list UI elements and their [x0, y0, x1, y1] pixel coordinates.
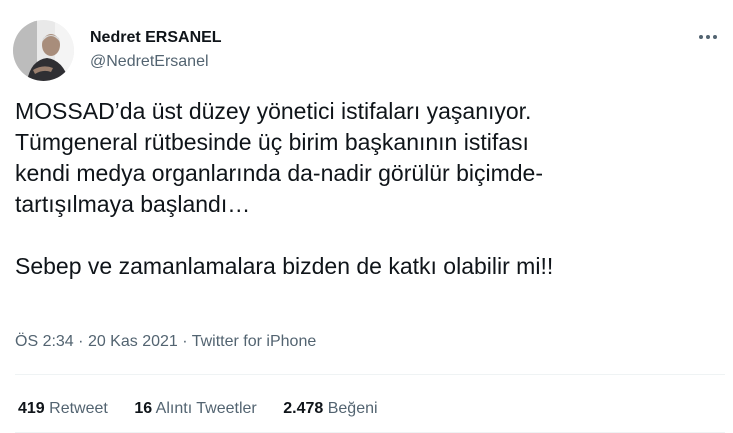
likes-count: 2.478 [283, 400, 324, 417]
tweet-text: MOSSAD’da üst düzey yönetici istifaları … [15, 96, 725, 282]
divider [15, 374, 725, 375]
more-horizontal-icon[interactable] [694, 28, 722, 46]
tweet-text-line: MOSSAD’da üst düzey yönetici istifaları … [15, 98, 532, 124]
retweets-count: 419 [18, 400, 45, 417]
tweet: Nedret ERSANEL @NedretErsanel MOSSAD’da … [0, 0, 733, 433]
quotes-label: Alıntı Tweetler [155, 400, 257, 417]
tweet-source[interactable]: Twitter for iPhone [192, 333, 317, 350]
likes-stat[interactable]: 2.478 Beğeni [283, 400, 377, 418]
tweet-text-line: Sebep ve zamanlamalara bizden de katkı o… [15, 253, 554, 279]
meta-separator: · [78, 333, 84, 350]
tweet-meta: ÖS 2:34 · 20 Kas 2021 · Twitter for iPho… [15, 333, 316, 351]
tweet-stats: 419 Retweet 16 Alıntı Tweetler 2.478 Beğ… [18, 400, 400, 418]
display-name[interactable]: Nedret ERSANEL [90, 29, 222, 47]
retweets-stat[interactable]: 419 Retweet [18, 400, 108, 418]
tweet-date[interactable]: 20 Kas 2021 [88, 333, 178, 350]
retweets-label: Retweet [49, 400, 108, 417]
tweet-time[interactable]: ÖS 2:34 [15, 333, 74, 350]
quotes-count: 16 [134, 400, 153, 417]
tweet-text-line: kendi medya organlarında da-nadir görülü… [15, 160, 544, 186]
user-handle[interactable]: @NedretErsanel [90, 53, 209, 71]
tweet-text-line: Tümgeneral rütbesinde üç birim başkanını… [15, 129, 529, 155]
meta-separator: · [182, 333, 188, 350]
quotes-stat[interactable]: 16 Alıntı Tweetler [134, 400, 256, 418]
tweet-text-line: tartışılmaya başlandı… [15, 191, 251, 217]
likes-label: Beğeni [327, 400, 378, 417]
avatar[interactable] [13, 20, 74, 81]
